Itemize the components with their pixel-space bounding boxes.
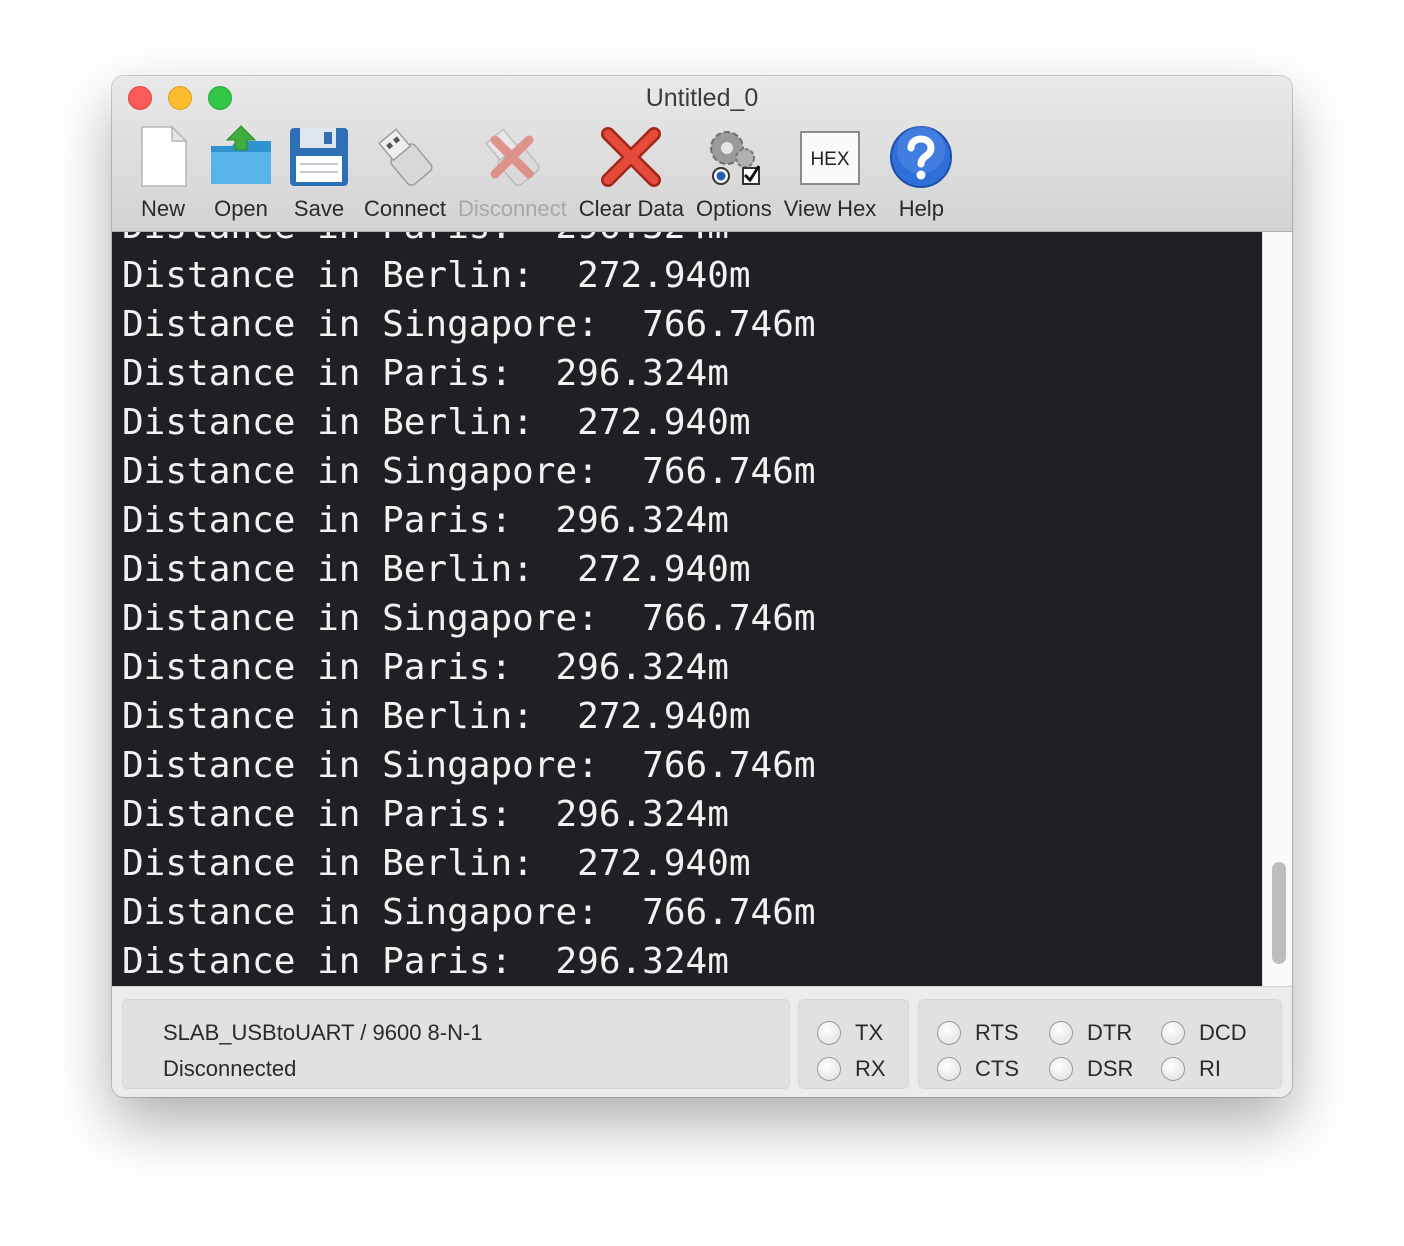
port-settings: SLAB_USBtoUART / 9600 8-N-1	[163, 1020, 483, 1045]
help-label: Help	[898, 196, 944, 221]
scrollbar-thumb[interactable]	[1272, 862, 1286, 964]
rx-indicator: RX	[817, 1056, 886, 1082]
console-line: Distance in Berlin: 272.940m	[122, 696, 751, 737]
options-label: Options	[695, 196, 772, 221]
console-line: Distance in Paris: 296.324m	[122, 500, 729, 541]
view-hex-label: View Hex	[783, 196, 877, 221]
new-button[interactable]: New	[124, 124, 202, 222]
console-line: Distance in Paris: 296.324m	[122, 353, 729, 394]
options-button[interactable]: Options	[690, 124, 778, 222]
disconnect-button[interactable]: Disconnect	[452, 124, 573, 222]
console-output[interactable]: Distance in Paris: 296.324m Distance in B…	[112, 232, 1262, 986]
rts-led-icon	[937, 1021, 961, 1045]
titlebar: Untitled_0 New Open Save Connect Disconn…	[112, 76, 1292, 232]
hex-badge-text: HEX	[811, 149, 850, 170]
connection-info-panel: SLAB_USBtoUART / 9600 8-N-1 Disconnected	[122, 999, 790, 1089]
new-document-icon	[141, 125, 188, 187]
cts-indicator: CTS	[937, 1056, 1019, 1082]
help-button[interactable]: Help	[882, 124, 960, 222]
tx-indicator: TX	[817, 1020, 883, 1046]
console-line: Distance in Singapore: 766.746m	[122, 892, 816, 933]
dtr-indicator: DTR	[1049, 1020, 1132, 1046]
save-label: Save	[293, 196, 345, 221]
connection-state: Disconnected	[163, 1056, 297, 1081]
open-folder-icon	[211, 125, 271, 184]
app-window: Untitled_0 New Open Save Connect Disconn…	[112, 76, 1292, 1097]
connect-button[interactable]: Connect	[358, 124, 452, 222]
console-line: Distance in Singapore: 766.746m	[122, 598, 816, 639]
view-hex-button[interactable]: HEX View Hex	[778, 124, 883, 222]
console-line: Distance in Paris: 296.324m	[122, 647, 729, 688]
open-button[interactable]: Open	[202, 124, 280, 222]
console-line: Distance in Berlin: 272.940m	[122, 843, 751, 884]
ri-indicator: RI	[1161, 1056, 1221, 1082]
dcd-indicator: DCD	[1161, 1020, 1247, 1046]
disconnect-label: Disconnect	[457, 196, 567, 221]
usb-plug-icon	[378, 128, 433, 187]
gear-options-icon	[709, 131, 761, 185]
dcd-led-icon	[1161, 1021, 1185, 1045]
console-line: Distance in Berlin: 272.940m	[122, 255, 751, 296]
ri-label: RI	[1199, 1056, 1221, 1081]
dsr-indicator: DSR	[1049, 1056, 1133, 1082]
window-title: Untitled_0	[645, 84, 759, 112]
console-line: Distance in Singapore: 766.746m	[122, 451, 816, 492]
new-label: New	[140, 196, 185, 221]
dsr-led-icon	[1049, 1057, 1073, 1081]
cts-led-icon	[937, 1057, 961, 1081]
open-label: Open	[214, 196, 268, 221]
toolbar: New Open Save Connect Disconnect Clear D…	[124, 124, 960, 222]
rx-label: RX	[855, 1056, 886, 1081]
dtr-led-icon	[1049, 1021, 1073, 1045]
tx-label: TX	[855, 1020, 884, 1045]
connect-label: Connect	[364, 196, 446, 221]
console-lines: Distance in Paris: 296.324m Distance in B…	[122, 232, 816, 986]
control-lines-panel: RTS CTS DTR DSR DCD RI	[918, 999, 1282, 1089]
dsr-label: DSR	[1087, 1056, 1134, 1081]
rx-led-icon	[817, 1057, 841, 1081]
red-x-icon	[601, 127, 662, 187]
console-line: Distance in Berlin: 272.940m	[122, 549, 751, 590]
clear-data-button[interactable]: Clear Data	[573, 124, 690, 222]
console-line: Distance in Paris: 296.324m	[122, 941, 729, 982]
console-line: Distance in Singapore: 766.746m	[122, 745, 816, 786]
vertical-scrollbar[interactable]	[1262, 232, 1292, 986]
help-question-icon	[890, 126, 953, 188]
usb-disconnect-icon	[485, 128, 540, 187]
status-bar: SLAB_USBtoUART / 9600 8-N-1 Disconnected…	[112, 986, 1292, 1097]
rts-label: RTS	[975, 1020, 1019, 1045]
console-line: Distance in Berlin: 272.940m	[122, 402, 751, 443]
cts-label: CTS	[975, 1056, 1019, 1081]
tx-led-icon	[817, 1021, 841, 1045]
rts-indicator: RTS	[937, 1020, 1019, 1046]
ri-led-icon	[1161, 1057, 1185, 1081]
hex-icon: HEX	[800, 131, 861, 185]
console-line: Distance in Paris: 296.324m	[122, 232, 816, 251]
floppy-disk-icon	[290, 128, 348, 186]
dcd-label: DCD	[1199, 1020, 1247, 1045]
console-line: Distance in Singapore: 766.746m	[122, 304, 816, 345]
clear-data-label: Clear Data	[578, 196, 684, 221]
tx-rx-panel: TX RX	[798, 999, 909, 1089]
console-line: Distance in Paris: 296.324m	[122, 794, 729, 835]
dtr-label: DTR	[1087, 1020, 1133, 1045]
save-button[interactable]: Save	[280, 124, 358, 222]
